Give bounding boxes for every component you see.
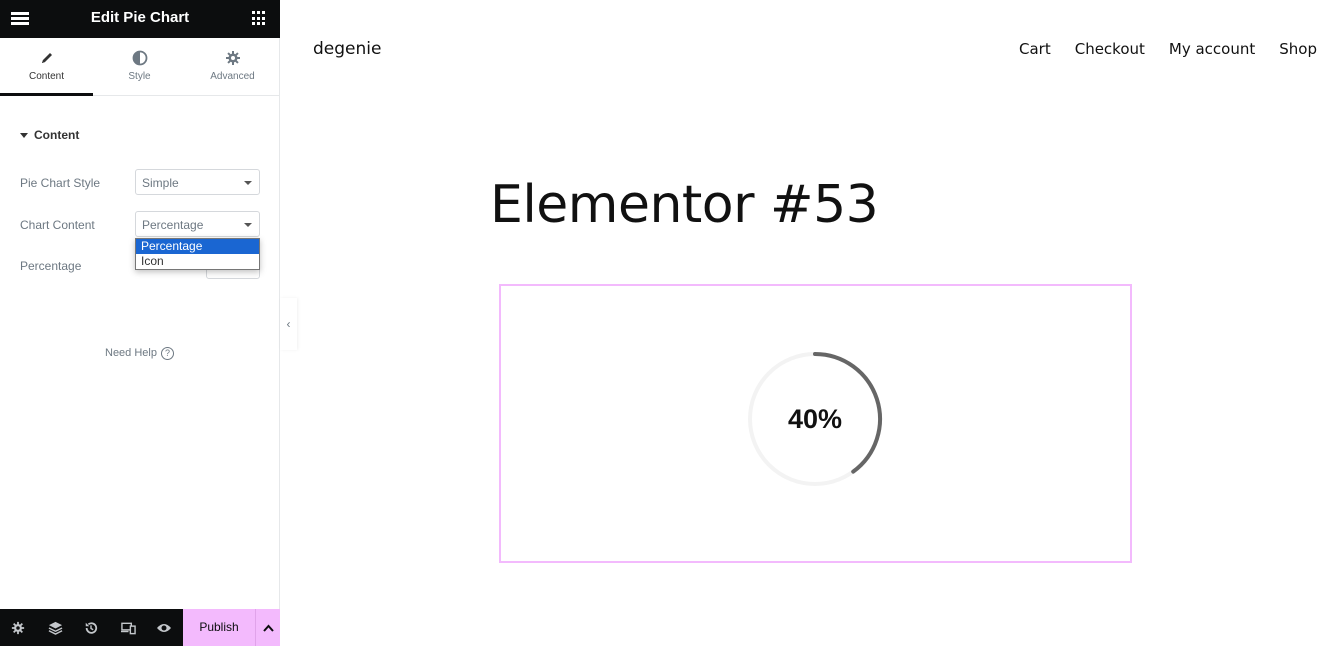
chart-content-dropdown: Percentage Icon <box>135 238 260 270</box>
select-value: Simple <box>142 176 179 190</box>
pie-chart-style-select[interactable]: Simple <box>135 169 260 195</box>
pie-percentage-label: 40% <box>787 404 843 434</box>
nav-my-account[interactable]: My account <box>1169 40 1255 58</box>
need-help-link[interactable]: Need Help? <box>105 347 174 360</box>
percentage-label: Percentage <box>20 259 82 273</box>
settings-icon[interactable] <box>0 609 36 646</box>
gear-icon <box>225 51 240 65</box>
dropdown-option-percentage[interactable]: Percentage <box>136 239 259 254</box>
site-nav: Cart Checkout My account Shop <box>995 40 1317 58</box>
publish-options-button[interactable] <box>255 609 280 646</box>
chevron-down-icon <box>244 181 252 185</box>
nav-checkout[interactable]: Checkout <box>1075 40 1145 58</box>
panel-tabs: Content Style Advanced <box>0 38 280 96</box>
tab-label: Content <box>28 71 65 82</box>
caret-down-icon <box>20 133 28 139</box>
section-title: Content <box>34 128 80 142</box>
responsive-icon[interactable] <box>110 609 146 646</box>
nav-cart[interactable]: Cart <box>1019 40 1051 58</box>
tab-style[interactable]: Style <box>93 38 186 95</box>
dropdown-option-icon[interactable]: Icon <box>136 254 259 269</box>
panel-title: Edit Pie Chart <box>90 9 190 26</box>
grid-icon[interactable] <box>252 11 267 26</box>
history-icon[interactable] <box>73 609 109 646</box>
tab-content[interactable]: Content <box>0 38 93 96</box>
chart-content-label: Chart Content <box>20 218 95 232</box>
chevron-down-icon <box>244 223 252 227</box>
layers-icon[interactable] <box>37 609 73 646</box>
page-title: Elementor #53 <box>490 175 879 235</box>
site-preview: degenie Cart Checkout My account Shop El… <box>281 0 1343 646</box>
tab-label: Advanced <box>210 71 255 82</box>
tab-advanced[interactable]: Advanced <box>186 38 279 95</box>
need-help-label: Need Help <box>105 347 157 359</box>
publish-button[interactable]: Publish <box>183 609 255 646</box>
editor-topbar: Edit Pie Chart <box>0 0 280 38</box>
help-icon: ? <box>160 347 174 360</box>
select-value: Percentage <box>142 218 204 232</box>
contrast-icon <box>132 50 147 66</box>
preview-icon[interactable] <box>146 609 182 646</box>
nav-shop[interactable]: Shop <box>1279 40 1317 58</box>
pencil-icon <box>41 53 52 63</box>
section-toggle-content[interactable]: Content <box>20 128 79 142</box>
editor-footer: Publish <box>0 609 280 646</box>
editor-panel: Edit Pie Chart Content Style Advanced Co… <box>0 0 280 646</box>
site-brand[interactable]: degenie <box>313 39 381 59</box>
chevron-up-icon <box>262 624 274 632</box>
chart-content-select[interactable]: Percentage <box>135 211 260 237</box>
tab-label: Style <box>128 71 151 82</box>
pie-chart-style-label: Pie Chart Style <box>20 176 101 190</box>
